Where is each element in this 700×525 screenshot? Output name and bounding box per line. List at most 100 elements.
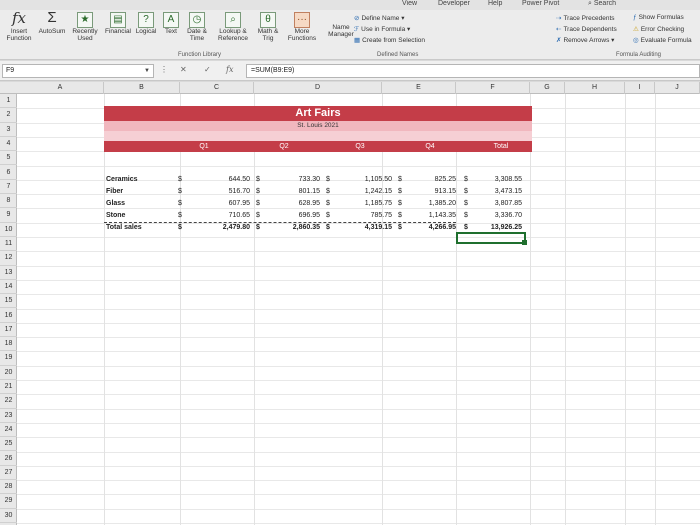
lookup-reference-button[interactable]: ⌕ Lookup & Reference: [213, 10, 253, 42]
create-from-selection-button[interactable]: ▦ Create from Selection: [354, 36, 425, 44]
value-cell[interactable]: 825.25: [396, 174, 456, 185]
row-header-27[interactable]: 27: [0, 466, 17, 481]
value-cell[interactable]: 644.50: [190, 174, 250, 185]
value-cell[interactable]: 1,185.75: [332, 198, 392, 209]
row-header-6[interactable]: 6: [0, 166, 17, 180]
row-label[interactable]: Stone: [106, 210, 125, 221]
value-cell[interactable]: 801.15: [260, 186, 320, 197]
column-header-j[interactable]: J: [655, 82, 700, 94]
row-header-12[interactable]: 12: [0, 251, 17, 266]
column-header-c[interactable]: C: [180, 82, 254, 94]
tab-power-pivot[interactable]: Power Pivot: [522, 0, 559, 7]
column-header-i[interactable]: I: [625, 82, 655, 94]
header-q1[interactable]: Q1: [184, 141, 224, 152]
sheet-title[interactable]: Art Fairs: [104, 106, 532, 121]
worksheet-grid[interactable]: ABCDEFGHIJ 1 2 3 4 5 6 7 8 9 10 11 12 13 14 15 16 17 18 19…: [0, 82, 700, 525]
row-header-11[interactable]: 11: [0, 237, 17, 252]
header-q2[interactable]: Q2: [264, 141, 304, 152]
more-functions-button[interactable]: ··· More Functions: [284, 10, 320, 42]
value-cell[interactable]: 3,807.85: [462, 198, 522, 209]
value-cell[interactable]: 1,105.50: [332, 174, 392, 185]
row-header-21[interactable]: 21: [0, 380, 17, 395]
row-label[interactable]: Fiber: [106, 186, 123, 197]
value-cell[interactable]: 3,336.70: [462, 210, 522, 221]
value-cell[interactable]: 628.95: [260, 198, 320, 209]
row-header-25[interactable]: 25: [0, 437, 17, 452]
row-label[interactable]: Ceramics: [106, 174, 138, 185]
selected-cell[interactable]: [456, 232, 526, 244]
value-cell[interactable]: 785.75: [332, 210, 392, 221]
trace-dependents-button[interactable]: ⇠ Trace Dependents: [556, 25, 617, 33]
value-cell[interactable]: 1,143.35: [396, 210, 456, 221]
row-header-23[interactable]: 23: [0, 409, 17, 423]
date-time-button[interactable]: ◷ Date & Time: [182, 10, 212, 42]
row-header-18[interactable]: 18: [0, 337, 17, 352]
row-header-15[interactable]: 15: [0, 294, 17, 309]
remove-arrows-button[interactable]: ✗ Remove Arrows ▾: [556, 36, 614, 44]
value-cell[interactable]: 516.70: [190, 186, 250, 197]
fill-handle[interactable]: [522, 240, 527, 245]
total-value-cell[interactable]: 4,266.95: [396, 222, 456, 233]
column-header-f[interactable]: F: [456, 82, 530, 94]
sheet-subtitle[interactable]: St. Louis 2021: [104, 121, 532, 131]
header-total[interactable]: Total: [476, 141, 526, 152]
row-header-9[interactable]: 9: [0, 208, 17, 223]
value-cell[interactable]: 3,308.55: [462, 174, 522, 185]
row-label[interactable]: Total sales: [106, 222, 142, 233]
text-button[interactable]: A Text: [160, 10, 182, 35]
value-cell[interactable]: 3,473.15: [462, 186, 522, 197]
total-value-cell[interactable]: 2,860.35: [260, 222, 320, 233]
value-cell[interactable]: 710.65: [190, 210, 250, 221]
row-header-2[interactable]: 2: [0, 108, 17, 123]
cancel-icon[interactable]: ✕: [180, 65, 187, 74]
insert-function-button[interactable]: fx Insert Function: [2, 10, 36, 42]
row-header-22[interactable]: 22: [0, 394, 17, 409]
row-header-7[interactable]: 7: [0, 180, 17, 195]
define-name-button[interactable]: ⊘ Define Name ▾: [354, 14, 404, 22]
trace-precedents-button[interactable]: ⇢ Trace Precedents: [556, 14, 615, 22]
row-header-14[interactable]: 14: [0, 280, 17, 295]
recently-used-button[interactable]: ★ Recently Used: [68, 10, 102, 42]
name-box[interactable]: F9 ▼: [2, 64, 154, 78]
chevron-down-icon[interactable]: ▼: [144, 65, 150, 77]
evaluate-formula-button[interactable]: ◎ Evaluate Formula: [633, 36, 692, 44]
row-header-5[interactable]: 5: [0, 151, 17, 166]
value-cell[interactable]: 607.95: [190, 198, 250, 209]
row-header-10[interactable]: 10: [0, 223, 17, 237]
row-label[interactable]: Glass: [106, 198, 125, 209]
search-box[interactable]: ⌕ Search: [588, 0, 616, 8]
show-formulas-button[interactable]: ƒ Show Formulas: [633, 14, 684, 21]
value-cell[interactable]: 733.30: [260, 174, 320, 185]
row-header-20[interactable]: 20: [0, 366, 17, 380]
column-header-e[interactable]: E: [382, 82, 456, 94]
value-cell[interactable]: 1,242.15: [332, 186, 392, 197]
header-q3[interactable]: Q3: [340, 141, 380, 152]
enter-icon[interactable]: ✓: [204, 65, 211, 74]
row-header-28[interactable]: 28: [0, 480, 17, 495]
name-manager-button[interactable]: Name Manager: [326, 24, 356, 38]
formula-input[interactable]: =SUM(B9:E9): [246, 64, 700, 78]
row-header-17[interactable]: 17: [0, 323, 17, 338]
value-cell[interactable]: 913.15: [396, 186, 456, 197]
tab-help[interactable]: Help: [488, 0, 502, 7]
logical-button[interactable]: ? Logical: [133, 10, 159, 35]
fx-icon[interactable]: fx: [226, 65, 233, 74]
value-cell[interactable]: 696.95: [260, 210, 320, 221]
column-header-b[interactable]: B: [104, 82, 180, 94]
total-value-cell[interactable]: 2,479.80: [190, 222, 250, 233]
header-q4[interactable]: Q4: [410, 141, 450, 152]
row-header-13[interactable]: 13: [0, 266, 17, 280]
row-header-16[interactable]: 16: [0, 309, 17, 323]
tab-view[interactable]: View: [402, 0, 417, 7]
row-header-26[interactable]: 26: [0, 452, 17, 466]
row-header-4[interactable]: 4: [0, 137, 17, 152]
row-header-19[interactable]: 19: [0, 351, 17, 366]
row-header-3[interactable]: 3: [0, 123, 17, 137]
autosum-button[interactable]: Σ AutoSum: [38, 10, 66, 36]
row-header-30[interactable]: 30: [0, 509, 17, 523]
blank-banner-row[interactable]: [104, 131, 532, 141]
tab-developer[interactable]: Developer: [438, 0, 470, 7]
row-header-8[interactable]: 8: [0, 194, 17, 209]
financial-button[interactable]: ▤ Financial: [103, 10, 133, 35]
value-cell[interactable]: 1,385.20: [396, 198, 456, 209]
